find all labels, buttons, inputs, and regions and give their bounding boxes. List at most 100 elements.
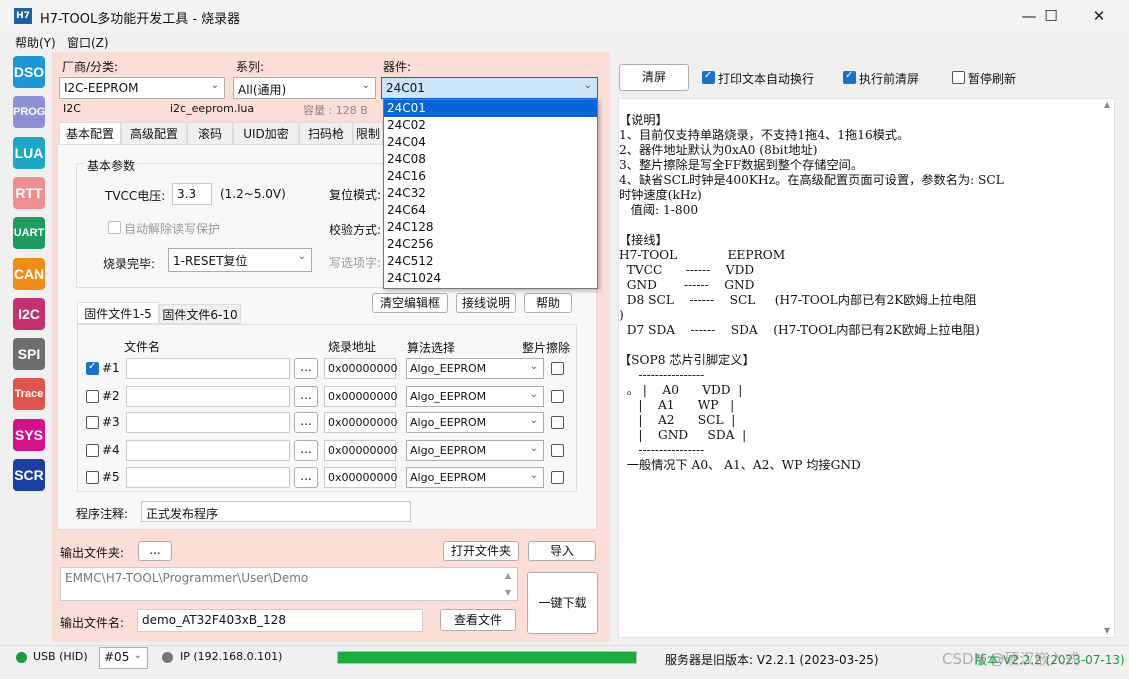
file-address-input[interactable]: 0x00000000	[324, 440, 398, 461]
file-algo-select[interactable]: Algo_EEPROM ⌄	[406, 358, 544, 379]
device-option[interactable]: 24C04	[384, 134, 597, 151]
after-burn-select[interactable]: 1-RESET复位 ⌄	[168, 248, 312, 272]
series-select[interactable]: All(通用) ⌄	[233, 77, 376, 99]
file-row-checkbox[interactable]	[86, 390, 99, 403]
device-select[interactable]: 24C01 ⌄	[381, 77, 598, 99]
comment-input[interactable]: 正式发布程序	[141, 501, 411, 522]
import-button[interactable]: 导入	[528, 541, 596, 561]
device-option[interactable]: 24C08	[384, 151, 597, 168]
port-select[interactable]: #05 ⌄	[99, 647, 148, 669]
file-algo-select[interactable]: Algo_EEPROM ⌄	[406, 412, 544, 433]
col-algorithm: 算法选择	[407, 341, 456, 355]
log-line: | GND SDA |	[619, 428, 747, 442]
auto-unlock-checkbox[interactable]	[108, 221, 121, 234]
tab-scanner[interactable]: 扫码枪	[299, 122, 353, 144]
file-algo-select[interactable]: Algo_EEPROM ⌄	[406, 386, 544, 407]
sidebar-item-rtt[interactable]: RTT	[13, 176, 45, 209]
sidebar-item-dso[interactable]: DSO	[13, 56, 45, 88]
output-filename-input[interactable]: demo_AT32F403xB_128	[137, 609, 423, 632]
file-address-input[interactable]: 0x00000000	[324, 358, 398, 379]
tab-limit[interactable]: 限制	[353, 122, 383, 144]
device-option[interactable]: 24C512	[384, 253, 597, 270]
file-browse-button[interactable]: ...	[294, 412, 318, 433]
one-key-download-button[interactable]: 一键下载	[527, 572, 598, 634]
clear-before-checkbox[interactable]	[843, 70, 856, 84]
menu-window[interactable]: 窗口(Z)	[67, 34, 109, 51]
tab-firmware-6-10[interactable]: 固件文件6-10	[159, 304, 241, 324]
sidebar-item-uart[interactable]: UART	[13, 217, 45, 250]
file-browse-button[interactable]: ...	[294, 440, 318, 461]
help-button[interactable]: 帮助	[524, 293, 572, 313]
output-folder-browse-button[interactable]: ...	[138, 541, 172, 561]
tab-basic[interactable]: 基本配置	[59, 122, 121, 145]
sidebar-item-can[interactable]: CAN	[13, 257, 45, 290]
sidebar-item-i2c[interactable]: I2C	[13, 297, 45, 330]
view-file-button[interactable]: 查看文件	[440, 609, 516, 631]
maximize-button[interactable]: ☐	[1028, 0, 1074, 32]
scroll-up-icon[interactable]: ▲	[1104, 100, 1110, 109]
file-browse-button[interactable]: ...	[294, 358, 318, 379]
sidebar-item-scr[interactable]: SCR	[13, 459, 45, 491]
file-address-input[interactable]: 0x00000000	[324, 386, 398, 407]
file-browse-button[interactable]: ...	[294, 386, 318, 407]
log-output[interactable]: 【说明】 1、目前仅支持单路烧录，不支持1拖4、1拖16模式。 2、器件地址默认为0…	[618, 98, 1115, 638]
sidebar-item-spi[interactable]: SPI	[13, 338, 45, 371]
file-erase-checkbox[interactable]	[551, 362, 564, 375]
device-option[interactable]: 24C1024	[384, 270, 597, 287]
file-browse-button[interactable]: ...	[294, 467, 318, 488]
pause-checkbox[interactable]	[952, 71, 965, 84]
file-erase-checkbox[interactable]	[551, 390, 564, 403]
file-name-input[interactable]	[126, 440, 290, 461]
scroll-down-icon[interactable]: ▼	[505, 588, 511, 597]
lua-file-text: i2c_eeprom.lua	[170, 102, 255, 115]
file-row-checkbox[interactable]	[86, 416, 99, 429]
output-path-field[interactable]: EMMC\H7-TOOL\Programmer\User\Demo	[60, 567, 518, 601]
file-erase-checkbox[interactable]	[551, 416, 564, 429]
menu-help[interactable]: 帮助(Y)	[15, 34, 56, 51]
wrap-checkbox[interactable]	[702, 70, 715, 84]
scroll-up-icon[interactable]: ▲	[505, 571, 511, 580]
chevron-down-icon: ⌄	[361, 80, 370, 91]
file-row-checkbox[interactable]	[86, 471, 99, 484]
tab-advanced[interactable]: 高级配置	[121, 122, 187, 144]
file-erase-checkbox[interactable]	[551, 444, 564, 457]
close-button[interactable]: ✕	[1076, 0, 1122, 32]
sidebar-item-sys[interactable]: SYS	[13, 418, 45, 451]
file-erase-checkbox[interactable]	[551, 471, 564, 484]
vendor-select[interactable]: I2C-EEPROM ⌄	[59, 77, 225, 99]
device-option[interactable]: 24C01	[384, 100, 597, 117]
file-row-checkbox[interactable]	[86, 361, 99, 375]
file-name-input[interactable]	[126, 467, 290, 488]
tvcc-input[interactable]: 3.3	[172, 183, 212, 205]
tab-uid-encrypt[interactable]: UID加密	[233, 122, 299, 144]
log-line: 2、器件地址默认为0xA0 (8bit地址)	[619, 143, 818, 157]
wiring-button[interactable]: 接线说明	[456, 293, 516, 313]
clear-editor-button[interactable]: 清空编辑框	[372, 293, 448, 313]
device-option[interactable]: 24C02	[384, 117, 597, 134]
tab-rolling-code[interactable]: 滚码	[187, 122, 233, 144]
device-option[interactable]: 24C256	[384, 236, 597, 253]
file-address-input[interactable]: 0x00000000	[324, 467, 398, 488]
device-option[interactable]: 24C16	[384, 168, 597, 185]
file-name-input[interactable]	[126, 386, 290, 407]
scroll-down-icon[interactable]: ▼	[1104, 626, 1110, 635]
file-algo-select[interactable]: Algo_EEPROM ⌄	[406, 440, 544, 461]
file-address-input[interactable]: 0x00000000	[324, 412, 398, 433]
sidebar-item-lua[interactable]: LUA	[13, 136, 45, 169]
file-algo-select[interactable]: Algo_EEPROM ⌄	[406, 467, 544, 488]
open-folder-button[interactable]: 打开文件夹	[443, 541, 519, 561]
series-label: 系列:	[236, 60, 265, 74]
log-line: 时钟速度(kHz)	[619, 188, 702, 202]
file-name-input[interactable]	[126, 358, 290, 379]
device-option[interactable]: 24C128	[384, 219, 597, 236]
sidebar-item-prog[interactable]: PROG	[13, 96, 45, 129]
clear-screen-button[interactable]: 清屏	[619, 64, 689, 91]
sidebar-item-trace[interactable]: Trace	[13, 378, 45, 411]
tab-firmware-1-5[interactable]: 固件文件1-5	[77, 302, 159, 324]
device-option[interactable]: 24C32	[384, 185, 597, 202]
chevron-down-icon: ⌄	[529, 415, 538, 426]
file-name-input[interactable]	[126, 412, 290, 433]
device-option[interactable]: 24C64	[384, 202, 597, 219]
file-row-checkbox[interactable]	[86, 444, 99, 457]
